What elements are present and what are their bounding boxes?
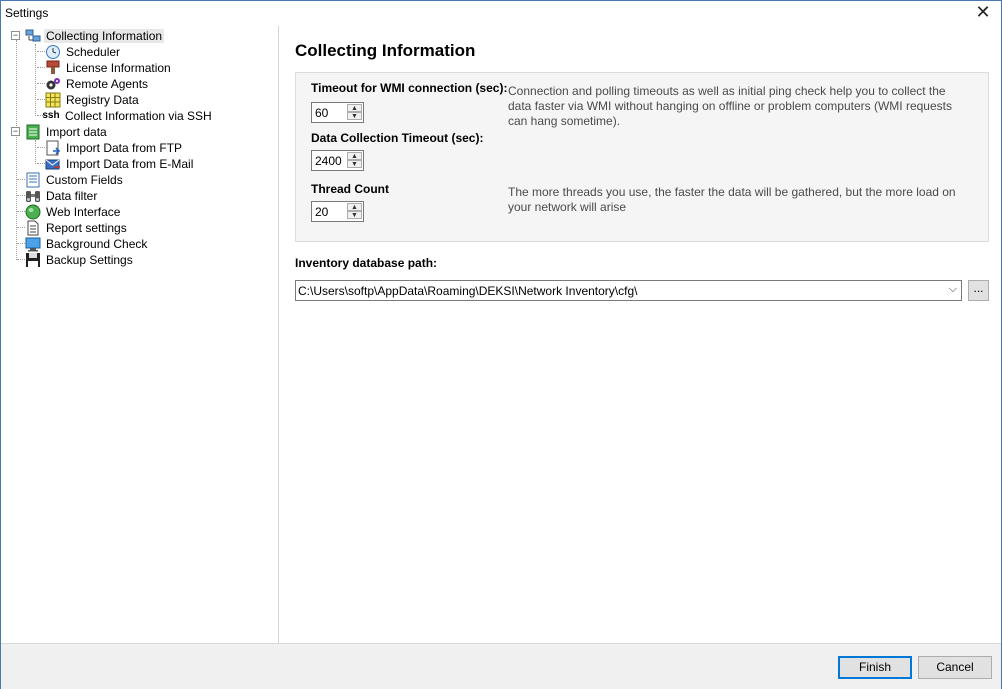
timeouts-help-text: Connection and polling timeouts as well …	[508, 84, 952, 128]
email-import-icon	[45, 156, 61, 172]
browse-button[interactable]: ...	[968, 280, 989, 301]
tree-item-label: Import Data from E-Mail	[66, 157, 194, 171]
tree-item-report-settings[interactable]: Report settings	[25, 220, 129, 236]
tree-item-label: Web Interface	[46, 205, 121, 219]
spin-down-icon[interactable]: ▼	[347, 211, 362, 219]
settings-tree: − − Collecting Information Scheduler Lic…	[1, 26, 279, 643]
settings-content: Collecting Information Timeout for WMI c…	[280, 26, 1002, 643]
db-path-combobox[interactable]: C:\Users\softp\AppData\Roaming\DEKSI\Net…	[295, 280, 962, 301]
tree-item-import-data[interactable]: Import data	[25, 124, 109, 140]
wmi-timeout-value: 60	[315, 106, 329, 120]
license-stamp-icon	[45, 60, 61, 76]
gears-icon	[45, 76, 61, 92]
threads-help-text: The more threads you use, the faster the…	[508, 185, 956, 214]
binoculars-icon	[25, 188, 41, 204]
tree-item-import-ftp[interactable]: Import Data from FTP	[45, 140, 184, 156]
report-icon	[25, 220, 41, 236]
tree-item-label: Collect Information via SSH	[65, 109, 212, 123]
monitor-icon	[25, 236, 41, 252]
close-icon[interactable]: ✕	[973, 3, 993, 23]
chevron-down-icon[interactable]: ⌵	[949, 283, 957, 296]
tree-item-label: Report settings	[46, 221, 127, 235]
thread-count-stepper[interactable]: 20 ▲ ▼	[311, 201, 364, 222]
thread-count-value: 20	[315, 205, 329, 219]
floppy-disk-icon	[25, 252, 41, 268]
tree-item-label: Import data	[46, 125, 107, 139]
globe-icon	[25, 204, 41, 220]
tree-item-remote-agents[interactable]: Remote Agents	[45, 76, 150, 92]
tree-item-label: Import Data from FTP	[66, 141, 183, 155]
tree-item-custom-fields[interactable]: Custom Fields	[25, 172, 125, 188]
tree-item-label: Remote Agents	[66, 77, 149, 91]
page-title: Collecting Information	[295, 41, 476, 60]
tree-item-label: Registry Data	[66, 93, 139, 107]
spin-down-icon[interactable]: ▼	[347, 112, 362, 120]
tree-item-backup-settings[interactable]: Backup Settings	[25, 252, 135, 268]
network-computers-icon	[25, 28, 41, 44]
spin-down-icon[interactable]: ▼	[347, 160, 362, 168]
collapse-import-icon[interactable]: −	[11, 127, 20, 136]
collection-timeout-value: 2400	[315, 154, 342, 168]
tree-item-collecting-information[interactable]: Collecting Information	[25, 28, 165, 44]
dialog-footer: Finish Cancel	[1, 643, 1001, 689]
thread-count-label: Thread Count	[311, 182, 389, 196]
wmi-timeout-stepper[interactable]: 60 ▲ ▼	[311, 102, 364, 123]
ssh-text-icon: ssh	[42, 110, 60, 121]
spin-up-icon[interactable]: ▲	[347, 152, 362, 160]
tree-item-label: Data filter	[46, 189, 98, 203]
tree-item-label: Backup Settings	[46, 253, 133, 267]
tree-item-scheduler[interactable]: Scheduler	[45, 44, 122, 60]
collection-settings-panel: Timeout for WMI connection (sec): 60 ▲ ▼…	[295, 72, 989, 242]
tree-item-license-information[interactable]: License Information	[45, 60, 173, 76]
tree-item-data-filter[interactable]: Data filter	[25, 188, 99, 204]
settings-window: Settings ✕ − − Collecting Information Sc…	[0, 0, 1002, 689]
db-path-label: Inventory database path:	[295, 256, 438, 270]
title-bar: Settings ✕	[1, 1, 1001, 25]
tree-item-background-check[interactable]: Background Check	[25, 236, 149, 252]
clock-icon	[45, 44, 61, 60]
tree-item-label: Custom Fields	[46, 173, 123, 187]
cancel-button[interactable]: Cancel	[918, 656, 992, 679]
window-title: Settings	[5, 6, 49, 20]
custom-fields-icon	[25, 172, 41, 188]
spin-up-icon[interactable]: ▲	[347, 104, 362, 112]
ftp-import-icon	[45, 140, 61, 156]
spin-up-icon[interactable]: ▲	[347, 203, 362, 211]
collapse-collecting-icon[interactable]: −	[11, 31, 20, 40]
tree-item-import-email[interactable]: Import Data from E-Mail	[45, 156, 195, 172]
tree-item-registry-data[interactable]: Registry Data	[45, 92, 141, 108]
tree-item-label: Scheduler	[66, 45, 121, 59]
collection-timeout-stepper[interactable]: 2400 ▲ ▼	[311, 150, 364, 171]
finish-button[interactable]: Finish	[838, 656, 912, 679]
wmi-timeout-label: Timeout for WMI connection (sec):	[311, 81, 508, 95]
tree-item-collect-via-ssh[interactable]: ssh Collect Information via SSH	[42, 108, 214, 124]
db-path-value: C:\Users\softp\AppData\Roaming\DEKSI\Net…	[298, 284, 638, 298]
tree-item-label: Collecting Information	[44, 29, 165, 43]
tree-item-web-interface[interactable]: Web Interface	[25, 204, 122, 220]
tree-item-label: License Information	[66, 61, 171, 75]
registry-grid-icon	[45, 92, 61, 108]
import-list-icon	[25, 124, 41, 140]
tree-item-label: Background Check	[46, 237, 148, 251]
collection-timeout-label: Data Collection Timeout (sec):	[311, 131, 484, 145]
